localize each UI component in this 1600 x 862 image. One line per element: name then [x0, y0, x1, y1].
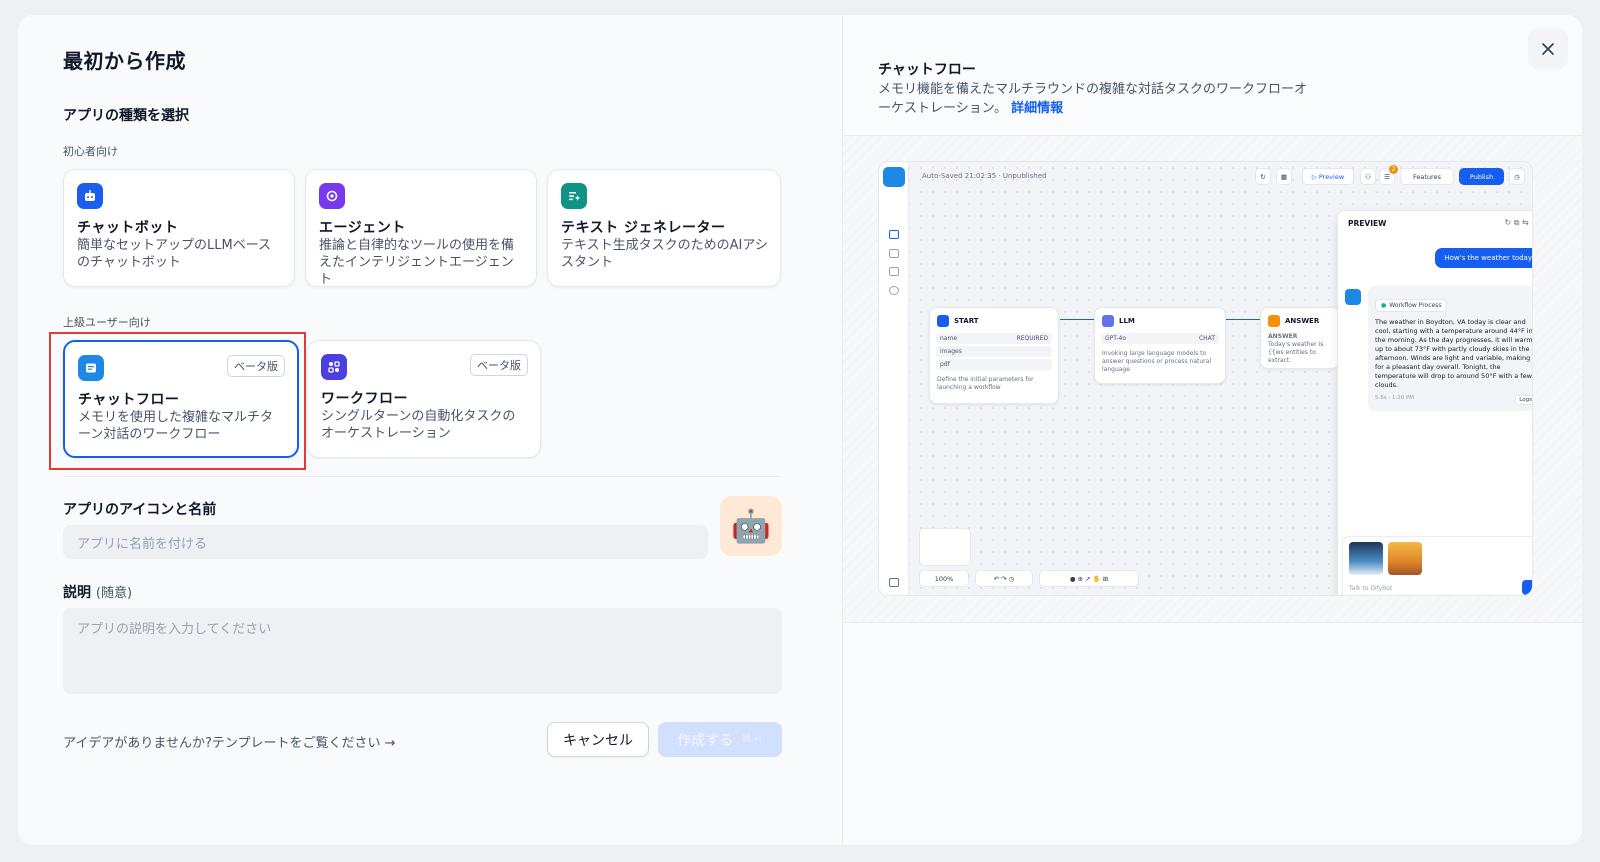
llm-node: LLM GPT-4o CHAT Invoking large language m… — [1094, 307, 1226, 384]
card-desc: テキスト生成タスクのためのAIアシスタント — [561, 238, 768, 270]
keyboard-shortcut: ⌘ ↵ — [741, 734, 763, 745]
template-link[interactable]: アイデアがありませんか?テンプレートをご覧ください → — [63, 732, 396, 751]
edge-line — [1060, 319, 1094, 320]
variable-row: pdf — [936, 359, 1052, 370]
mock-history-button: ◷ — [1509, 168, 1525, 185]
send-icon — [1522, 580, 1532, 595]
app-type-preview-panel: チャットフロー メモリ機能を備えたマルチラウンドの複雑な対話タスクのワークフロー… — [843, 15, 1582, 845]
workflow-preview-mock: Auto-Saved 21:02:35 · Unpublished ↻ ▦ ▷ … — [878, 161, 1533, 596]
bot-avatar-icon — [1345, 289, 1361, 305]
edge-line — [1226, 319, 1260, 320]
variable-row: name REQUIRED — [936, 333, 1052, 344]
card-title: ワークフロー — [321, 391, 408, 407]
app-type-card-text-generator[interactable]: テキスト ジェネレーター テキスト生成タスクのためのAIアシスタント — [547, 169, 781, 287]
divider — [63, 476, 781, 477]
card-title: テキスト ジェネレーター — [561, 220, 726, 236]
app-name-input[interactable]: アプリに名前を付ける — [63, 525, 708, 559]
card-title: エージェント — [319, 220, 406, 236]
learn-more-link[interactable]: 詳細情報 — [1011, 101, 1063, 116]
card-desc: 簡単なセットアップのLLMベースのチャットボット — [77, 238, 272, 270]
beginner-label: 初心者向け — [63, 145, 118, 158]
mock-preview-button: ▷ Preview — [1302, 168, 1354, 185]
minimap — [919, 528, 971, 566]
preview-description-text: メモリ機能を備えたマルチラウンドの複雑な対話タスクのワークフローオーケストレーシ… — [878, 82, 1308, 116]
notification-badge: 2 — [1389, 165, 1398, 174]
app-type-label: アプリの種類を選択 — [63, 108, 189, 124]
chatbot-icon — [77, 183, 103, 209]
variable-row: images — [936, 346, 1052, 357]
chat-input-box: Talk to DifyBot — [1342, 536, 1532, 595]
icon-name-label: アプリのアイコンと名前 — [63, 502, 217, 518]
mock-nav-icon — [889, 267, 899, 276]
description-label: 説明 (随意) — [63, 582, 132, 602]
card-desc: 推論と自律的なツールの使用を備えたインテリジェントエージェント — [319, 238, 515, 287]
model-row: GPT-4o CHAT — [1101, 333, 1219, 344]
preview-title: チャットフロー — [878, 62, 976, 78]
mock-features-button: Features — [1400, 168, 1454, 185]
app-type-card-workflow[interactable]: ベータ版 ワークフロー シングルターンの自動化タスクのオーケストレーション — [307, 340, 541, 458]
mock-panel-icon — [889, 578, 899, 587]
advanced-label: 上級ユーザー向け — [63, 316, 151, 329]
text-generator-icon — [561, 183, 587, 209]
card-title: チャットボット — [77, 220, 179, 236]
mock-nav-icon — [889, 230, 899, 239]
mock-nav-icon — [889, 286, 899, 295]
card-desc: シングルターンの自動化タスクのオーケストレーション — [321, 409, 516, 441]
chat-input-placeholder: Talk to DifyBot — [1349, 585, 1393, 592]
cancel-button[interactable]: キャンセル — [547, 722, 649, 757]
preview-description: メモリ機能を備えたマルチラウンドの複雑な対話タスクのワークフローオーケストレーシ… — [878, 80, 1318, 118]
description-label-text: 説明 — [63, 585, 91, 601]
bot-message: ● Workflow Process The weather in Boydton… — [1368, 286, 1532, 411]
mock-tool-button: ⚇ — [1360, 168, 1376, 185]
user-message: How's the weather today — [1435, 248, 1532, 268]
beta-badge: ベータ版 — [470, 354, 528, 376]
app-type-card-chatbot[interactable]: チャットボット 簡単なセットアップのLLMベースのチャットボット — [63, 169, 295, 287]
answer-node: ANSWER ANSWER Today's weather is {{ws ent… — [1260, 307, 1340, 369]
optional-label: (随意) — [95, 586, 133, 601]
close-button[interactable] — [1528, 29, 1568, 69]
workflow-icon — [321, 354, 347, 380]
app-type-card-agent[interactable]: エージェント 推論と自律的なツールの使用を備えたインテリジェントエージェント — [305, 169, 537, 287]
answer-icon — [1268, 315, 1280, 327]
canvas-tool-controls: ● ⊕ ➚ ✋ ⊞ — [1039, 570, 1139, 587]
selection-highlight — [49, 332, 306, 470]
create-form-panel: 最初から作成 アプリの種類を選択 初心者向け チャットボット 簡単なセットアップ… — [18, 15, 843, 845]
llm-icon — [1102, 315, 1114, 327]
agent-icon — [319, 183, 345, 209]
app-icon-picker[interactable]: 🤖 — [720, 496, 782, 556]
create-button[interactable]: 作成する ⌘ ↵ — [658, 722, 782, 757]
mock-sidebar — [879, 162, 909, 595]
mock-publish-button: Publish — [1459, 168, 1504, 185]
chat-preview-panel: PREVIEW ↻ ⧉ ⇆ ✕ How's the weather today … — [1337, 210, 1532, 595]
save-status: Auto-Saved 21:02:35 · Unpublished — [922, 172, 1047, 180]
mock-tool-button: ↻ — [1255, 168, 1271, 185]
robot-icon: 🤖 — [731, 507, 771, 545]
attached-image-thumbnail — [1349, 542, 1383, 575]
app-description-input[interactable]: アプリの説明を入力してください — [63, 608, 782, 694]
mock-tool-button: ▦ — [1276, 168, 1292, 185]
mock-nav-icon — [889, 249, 899, 258]
close-icon — [1542, 43, 1554, 55]
modal-title: 最初から作成 — [63, 49, 186, 73]
zoom-control: 100% — [919, 570, 969, 587]
bot-avatar-icon — [883, 167, 905, 187]
create-button-label: 作成する — [677, 732, 734, 749]
start-node: START name REQUIRED images pdf Define the… — [929, 307, 1059, 404]
attached-image-thumbnail — [1388, 542, 1422, 575]
chat-controls: ↻ ⧉ ⇆ ✕ — [1504, 218, 1532, 227]
create-app-modal: 最初から作成 アプリの種類を選択 初心者向け チャットボット 簡単なセットアップ… — [18, 15, 1582, 845]
preview-image-area: Auto-Saved 21:02:35 · Unpublished ↻ ▦ ▷ … — [843, 135, 1582, 623]
undo-redo-controls: ↶ ↷ ◷ — [975, 570, 1033, 587]
chat-preview-title: PREVIEW — [1348, 219, 1387, 228]
workflow-process-badge: ● Workflow Process — [1375, 299, 1448, 312]
home-icon — [937, 315, 949, 327]
